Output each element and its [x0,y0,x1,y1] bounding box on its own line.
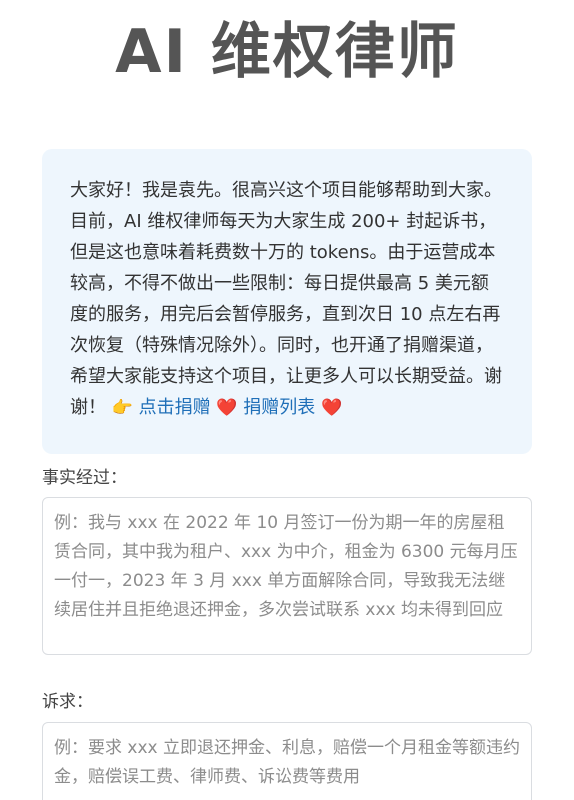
facts-label: 事实经过： [42,468,127,488]
facts-input[interactable] [54,509,521,654]
donation-list-link[interactable]: 捐赠列表 [243,397,315,418]
notice-message: 大家好！我是袁先。很高兴这个项目能够帮助到大家。目前，AI 维权律师每天为大家生… [70,180,502,418]
pointing-hand-icon: 👉 [111,398,133,418]
claims-field[interactable] [42,722,532,800]
heart-icon: ❤️ [321,398,343,418]
claims-label: 诉求： [42,692,93,712]
heart-icon: ❤️ [216,398,238,418]
facts-field[interactable] [42,497,532,655]
page: AI 维权律师 大家好！我是袁先。很高兴这个项目能够帮助到大家。目前，AI 维权… [0,0,574,800]
donate-link[interactable]: 点击捐赠 [139,397,211,418]
notice-box: 大家好！我是袁先。很高兴这个项目能够帮助到大家。目前，AI 维权律师每天为大家生… [42,149,532,454]
claims-input[interactable] [54,734,521,800]
page-title: AI 维权律师 [115,17,459,87]
